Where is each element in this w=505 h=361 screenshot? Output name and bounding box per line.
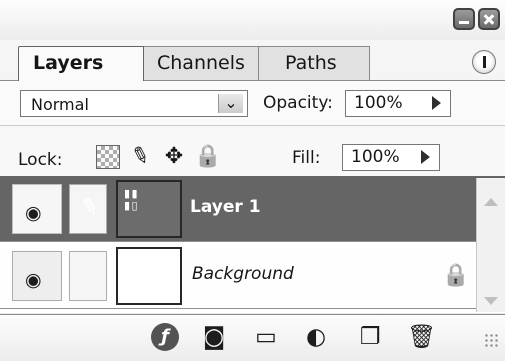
brush-icon: ✎ xyxy=(76,192,102,223)
adjustment-icon[interactable]: ◐ xyxy=(302,323,330,351)
thumbnail-marks-icon: ▮ ▮ ▮ ▯ xyxy=(124,187,138,212)
eye-icon: ◉ xyxy=(25,269,42,291)
fill-input[interactable]: 100% xyxy=(342,144,440,171)
layers-panel: Layers Channels Paths Normal ⌄ Opacity: … xyxy=(0,0,505,361)
layer-name: Background xyxy=(192,264,294,284)
layer-style-icon[interactable]: ƒ xyxy=(151,323,179,351)
panel-menu-icon[interactable] xyxy=(472,50,496,74)
minimize-icon[interactable] xyxy=(453,8,475,30)
lock-all-icon[interactable]: 🔒 xyxy=(194,145,221,169)
fill-value: 100% xyxy=(351,147,400,167)
layer-link-cell[interactable]: ✎ xyxy=(69,184,107,234)
panel-titlebar xyxy=(0,0,505,40)
fill-label: Fill: xyxy=(292,148,321,168)
layers-list: ◉ ✎ ▮ ▮ ▮ ▯ Layer 1 ◉ Background 🔒 xyxy=(0,176,505,313)
opacity-value: 100% xyxy=(354,93,403,113)
scroll-up-icon[interactable] xyxy=(484,198,498,206)
layer-name: Layer 1 xyxy=(190,197,261,217)
layer-thumbnail xyxy=(116,247,182,305)
tab-channels[interactable]: Channels xyxy=(138,46,266,80)
layer-row-layer-1[interactable]: ◉ ✎ ▮ ▮ ▮ ▯ Layer 1 xyxy=(0,176,505,242)
layer-row-background[interactable]: ◉ Background 🔒 xyxy=(0,243,505,309)
folder-icon[interactable]: ▭ xyxy=(252,323,280,351)
layer-link-cell[interactable] xyxy=(69,251,107,301)
blend-mode-value: Normal xyxy=(31,95,89,114)
opacity-input[interactable]: 100% xyxy=(345,90,451,117)
layers-scrollbar[interactable] xyxy=(476,178,505,312)
mask-icon[interactable]: ◙ xyxy=(200,323,228,351)
scroll-down-icon[interactable] xyxy=(484,297,498,305)
menu-indicator-icon xyxy=(483,56,486,68)
move-icon[interactable]: ✥ xyxy=(162,145,186,169)
layer-thumbnail: ▮ ▮ ▮ ▯ xyxy=(116,180,182,238)
layers-toolbar: ƒ ◙ ▭ ◐ ❐ 🗑 xyxy=(0,314,505,361)
chevron-down-icon[interactable]: ⌄ xyxy=(218,94,243,113)
new-layer-icon[interactable]: ❐ xyxy=(356,323,384,351)
visibility-toggle[interactable]: ◉ xyxy=(12,251,62,301)
lock-label: Lock: xyxy=(18,150,63,170)
resize-grip-icon[interactable] xyxy=(484,333,500,349)
eye-icon: ◉ xyxy=(25,202,42,224)
transparent-pixels-icon[interactable] xyxy=(96,145,120,169)
tab-paths[interactable]: Paths xyxy=(258,46,370,80)
opacity-arrow-icon[interactable] xyxy=(432,96,441,110)
panel-tabs: Layers Channels Paths xyxy=(0,40,505,81)
fill-arrow-icon[interactable] xyxy=(421,150,430,164)
close-icon[interactable] xyxy=(478,8,500,30)
visibility-toggle[interactable]: ◉ xyxy=(12,184,62,234)
tab-layers[interactable]: Layers xyxy=(18,46,144,81)
trash-icon[interactable]: 🗑 xyxy=(407,323,436,351)
blend-mode-select[interactable]: Normal ⌄ xyxy=(20,90,248,117)
lock-icon: 🔒 xyxy=(442,263,470,288)
opacity-label: Opacity: xyxy=(263,93,333,113)
